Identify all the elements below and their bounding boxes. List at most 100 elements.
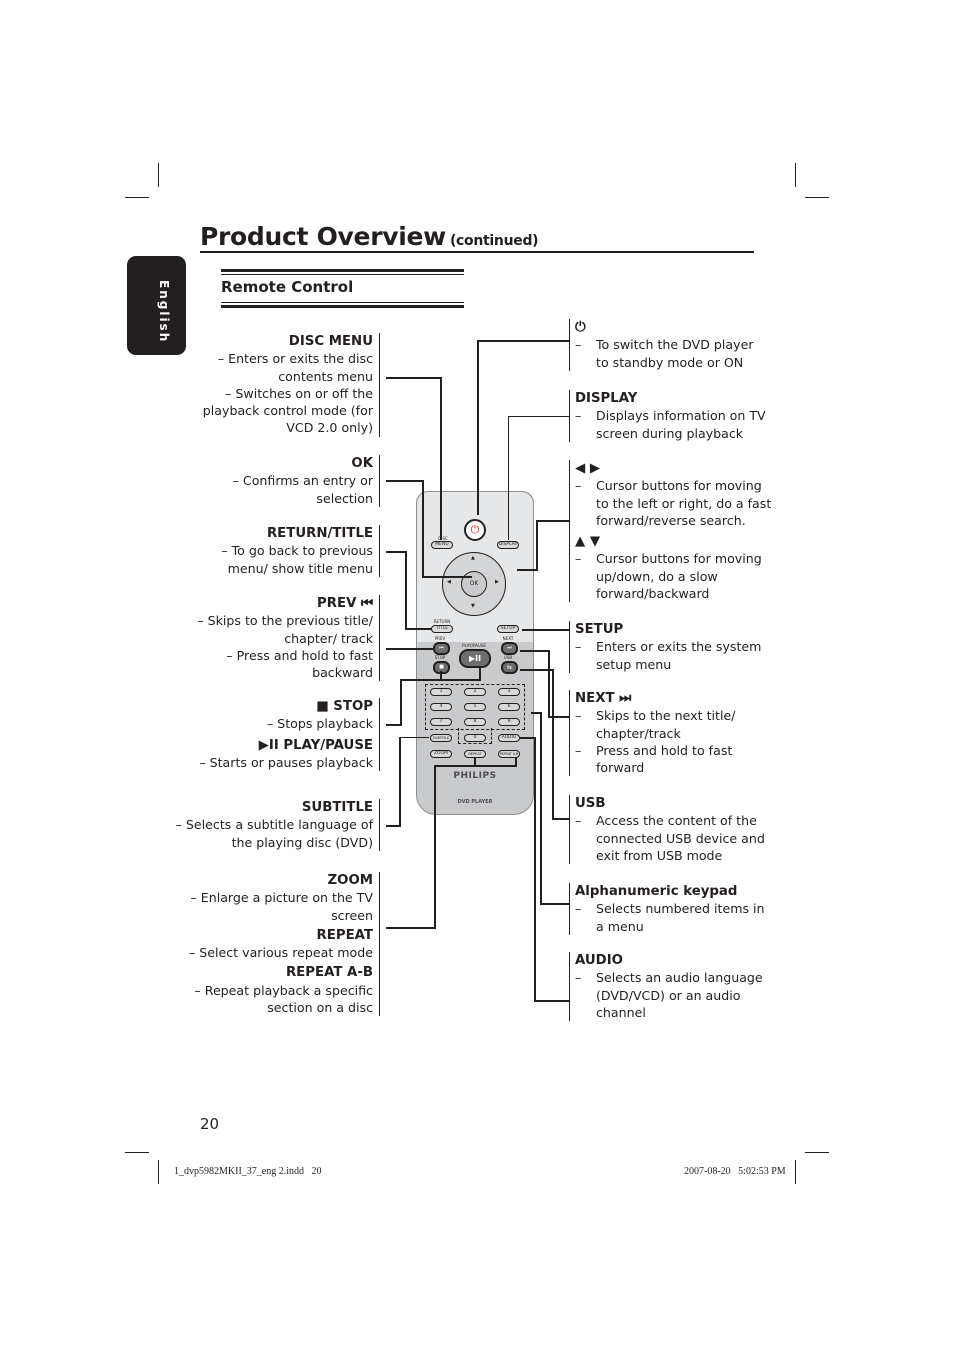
callout-line: screen [331, 907, 373, 923]
callout-subtitle: SUBTITLE – Selects a subtitle language o… [176, 799, 380, 851]
power-icon: ⏻ [470, 523, 480, 536]
callout-heading: NEXT ⏭ [575, 691, 632, 706]
play-pause-icon: ▶II [468, 654, 482, 663]
callout-line: – Skips to the previous title/ [197, 613, 373, 629]
callout-line: screen during playback [596, 425, 744, 441]
connector-line [479, 667, 481, 681]
callout-line: exit from USB mode [596, 847, 723, 863]
callout-line: section on a disc [267, 1000, 373, 1016]
connector-line [400, 680, 402, 726]
connector-line [440, 671, 442, 680]
callout-heading: AUDIO [575, 953, 623, 968]
connector-line [386, 480, 424, 482]
crop-mark [158, 1160, 159, 1184]
section-rule [221, 269, 464, 272]
callout-heading: DISPLAY [575, 391, 638, 406]
callout-item: – Selects an audio language (DVD/VCD) or a… [575, 970, 763, 1020]
audio-button: AUDIO [498, 734, 520, 742]
playpause-label: PLAY/PAUSE [462, 643, 486, 648]
section-title: Remote Control [221, 278, 354, 296]
callout-power: ⏻ – To switch the DVD player to standby mo… [569, 319, 754, 371]
callout-line: setup menu [596, 656, 672, 672]
connector-line [405, 628, 432, 630]
callout-line: Displays information on TV [596, 408, 766, 424]
callout-heading: ZOOM [327, 873, 373, 888]
callout-heading: REPEAT [316, 927, 373, 943]
callout-disc-menu: DISC MENU – Enters or exits the disc con… [203, 333, 380, 437]
language-tab: English [127, 256, 186, 355]
next-button: ⏭ [501, 642, 518, 655]
ok-button: OK [461, 571, 487, 597]
section-rule [221, 274, 464, 275]
crop-mark [125, 197, 149, 198]
callout-heading: Alphanumeric keypad [575, 884, 738, 899]
zoom-button: ZOOM [430, 750, 452, 758]
callout-line: menu/ show title menu [227, 560, 373, 576]
callout-line: (DVD/VCD) or an audio [596, 987, 741, 1003]
connector-line [520, 650, 550, 652]
connector-line [477, 340, 479, 515]
power-button: ⏻ [464, 519, 486, 541]
callout-heading: OK [351, 456, 373, 471]
callout-ok: OK – Confirms an entry or selection [233, 455, 380, 507]
next-icon: ⏭ [507, 645, 512, 651]
play-pause-button: ▶II [459, 649, 491, 668]
callout-heading: REPEAT A-B [285, 965, 373, 981]
crop-mark [795, 1160, 796, 1184]
callout-item: – Enters or exits the system setup menu [575, 639, 762, 672]
crop-mark [805, 197, 829, 198]
connector-line [386, 377, 441, 379]
callout-line: Skips to the next title/ [596, 708, 736, 724]
callout-item: – To switch the DVD player to standby mode… [575, 337, 754, 370]
stop-label: STOP [434, 655, 446, 660]
callout-next: NEXT ⏭ – Skips to the next title/chapter/… [569, 690, 736, 777]
callout-line: backward [312, 665, 373, 681]
callout-line: To switch the DVD player [596, 337, 754, 353]
callout-heading: ⏻ [575, 320, 586, 335]
connector-line [552, 818, 570, 820]
key-0: 0 [464, 734, 486, 742]
arrow-right-icon: ▶ [495, 579, 499, 585]
connector-line [386, 724, 401, 726]
subtitle-button: SUBTITLE [430, 734, 452, 742]
connector-line [386, 648, 433, 650]
display-button: DISPLAY [497, 541, 519, 549]
page-title-text: Product Overview [200, 222, 446, 251]
connector-line [536, 520, 538, 570]
connector-line [422, 576, 472, 578]
connector-line [477, 340, 570, 342]
callout-zoom-repeat: ZOOM – Enlarge a picture on the TV scree… [189, 872, 380, 1017]
callout-line: forward/reverse search. [596, 512, 746, 528]
connector-line [386, 927, 436, 929]
callout-line: – Enlarge a picture on the TV [190, 890, 373, 906]
callout-line: forward/backward [596, 586, 710, 602]
arrow-left-icon: ◀ [447, 579, 451, 585]
callout-heading: PREV ⏮ [317, 596, 373, 611]
key-7: 7 [430, 718, 452, 726]
callout-heading: USB [575, 796, 606, 811]
page-title-suffix: (continued) [449, 233, 539, 249]
callout-heading: DISC MENU [288, 334, 373, 349]
callout-line: forward [596, 760, 645, 776]
crop-mark [805, 1152, 829, 1153]
page-number: 20 [200, 1115, 220, 1133]
crop-mark [795, 163, 796, 187]
setup-button: SETUP [497, 625, 519, 633]
callout-line: up/down, do a slow [596, 568, 718, 584]
callout-item: – Cursor buttons for moving to the left or… [575, 478, 772, 528]
usb-button: ⇆ [501, 661, 518, 674]
section-rule [221, 305, 464, 308]
callout-display: DISPLAY – Displays information on TV scree… [569, 390, 766, 442]
page-title: Product Overview (continued) [200, 222, 539, 251]
callout-item: – Skips to the next title/chapter/track [575, 708, 736, 741]
section-rule [221, 302, 464, 303]
footer-timestamp: 2007-08-20 5:02:53 PM [684, 1166, 786, 1177]
key-9: 9 [498, 718, 520, 726]
ok-label: OK [469, 580, 479, 587]
arrow-down-icon: ▼ [471, 603, 475, 609]
usb-icon: ⇆ [506, 664, 513, 671]
callout-audio: AUDIO – Selects an audio language (DVD/VCD… [569, 952, 763, 1022]
callout-line: – Selects a subtitle language of [175, 817, 373, 833]
connector-line [534, 1000, 570, 1002]
callout-heading: ◀ ▶ [575, 461, 601, 476]
